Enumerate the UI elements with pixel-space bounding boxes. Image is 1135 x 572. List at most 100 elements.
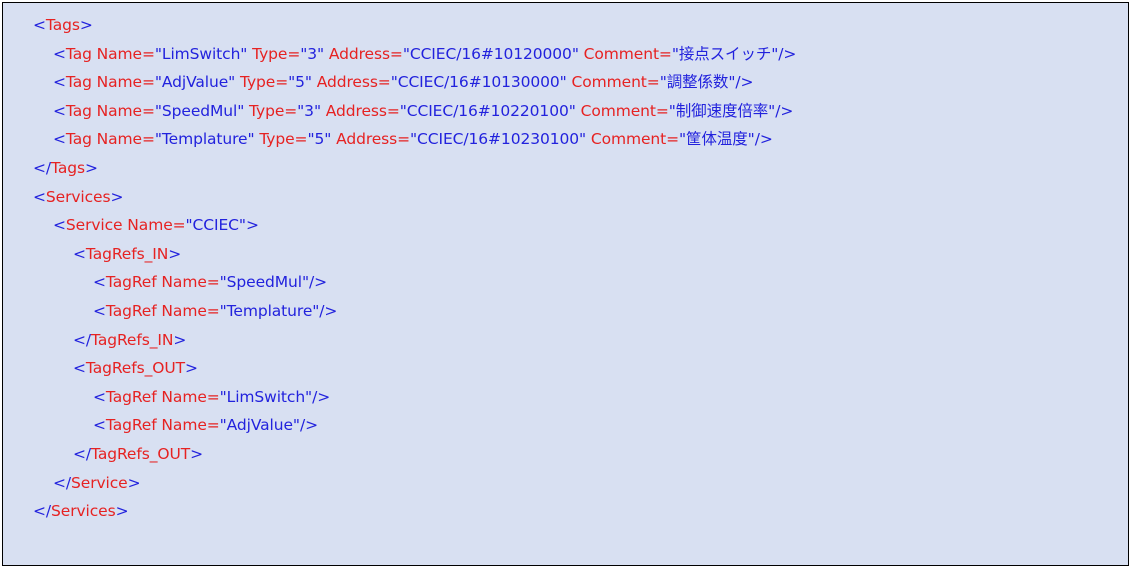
code-token: "CCIEC" bbox=[185, 216, 247, 235]
code-token: Comment= bbox=[566, 73, 660, 92]
code-token: /> bbox=[299, 416, 318, 435]
code-token: Type= bbox=[247, 44, 301, 63]
code-token: < bbox=[93, 273, 106, 292]
code-token: < bbox=[53, 101, 66, 120]
code-token: "CCIEC/16#10220100" bbox=[399, 101, 576, 120]
code-line: <Tag Name="AdjValue" Type="5" Address="C… bbox=[3, 68, 1128, 97]
code-token: Services bbox=[45, 187, 111, 206]
code-token: "5" bbox=[307, 130, 332, 149]
code-token: Address= bbox=[331, 130, 411, 149]
code-line: </Service> bbox=[3, 469, 1128, 498]
code-token: Tag Name= bbox=[65, 44, 155, 63]
code-token: "CCIEC/16#10230100" bbox=[410, 130, 587, 149]
code-token: < bbox=[93, 416, 106, 435]
code-token: Address= bbox=[320, 101, 400, 120]
code-token: /> bbox=[309, 273, 328, 292]
code-line: <TagRef Name="SpeedMul"/> bbox=[3, 268, 1128, 297]
code-token: TagRefs_OUT bbox=[85, 359, 185, 378]
code-token: < bbox=[73, 244, 86, 263]
code-line: </TagRefs_IN> bbox=[3, 326, 1128, 355]
code-token: </ bbox=[73, 444, 92, 463]
code-token: TagRefs_OUT bbox=[91, 444, 191, 463]
code-token: "5" bbox=[288, 73, 312, 92]
code-token: > bbox=[173, 330, 187, 349]
code-token: "Templature" bbox=[154, 130, 255, 149]
code-line: <Service Name="CCIEC"> bbox=[3, 211, 1128, 240]
code-token: </ bbox=[53, 473, 72, 492]
code-token: Address= bbox=[311, 73, 391, 92]
code-token: Tag Name= bbox=[65, 73, 155, 92]
code-token: "LimSwitch" bbox=[154, 44, 248, 63]
code-line: <Services> bbox=[3, 183, 1128, 212]
code-token: </ bbox=[73, 330, 92, 349]
code-token: TagRef Name= bbox=[105, 301, 220, 320]
code-token: > bbox=[190, 444, 203, 463]
code-line: <TagRef Name="AdjValue"/> bbox=[3, 411, 1128, 440]
code-line: <Tag Name="SpeedMul" Type="3" Address="C… bbox=[3, 97, 1128, 126]
code-token: > bbox=[127, 473, 141, 492]
code-token: TagRef Name= bbox=[105, 387, 220, 406]
code-token: Tag Name= bbox=[65, 101, 155, 120]
code-token: Tags bbox=[51, 158, 85, 177]
code-token: /> bbox=[775, 101, 794, 120]
code-line: <Tags> bbox=[3, 11, 1128, 40]
code-token: Tags bbox=[45, 16, 80, 34]
code-line: <Tag Name="LimSwitch" Type="3" Address="… bbox=[3, 40, 1128, 69]
code-token: TagRef Name= bbox=[105, 273, 220, 292]
code-token: "LimSwitch" bbox=[219, 387, 313, 406]
xml-code-panel: <Tags> <Tag Name="LimSwitch" Type="3" Add… bbox=[2, 2, 1129, 566]
code-line: <TagRefs_OUT> bbox=[3, 354, 1128, 383]
code-line-list: <Tags> <Tag Name="LimSwitch" Type="3" Add… bbox=[3, 11, 1128, 526]
code-token: /> bbox=[319, 301, 338, 320]
code-token: TagRef Name= bbox=[105, 416, 220, 435]
code-token: > bbox=[84, 158, 98, 177]
code-token: "Templature" bbox=[219, 301, 320, 320]
code-token: < bbox=[53, 130, 66, 149]
code-token: < bbox=[53, 44, 66, 63]
code-token: "SpeedMul" bbox=[219, 273, 309, 292]
code-token: Comment= bbox=[575, 101, 669, 120]
code-token: > bbox=[79, 16, 93, 34]
code-token: > bbox=[184, 359, 198, 378]
code-token: < bbox=[53, 73, 66, 92]
code-token: "調整係数" bbox=[659, 73, 736, 92]
code-line: <TagRefs_IN> bbox=[3, 240, 1128, 269]
code-token: > bbox=[245, 216, 259, 235]
code-line: <TagRef Name="Templature"/> bbox=[3, 297, 1128, 326]
code-token: "AdjValue" bbox=[154, 73, 236, 92]
code-token: /> bbox=[735, 73, 754, 92]
code-token: > bbox=[110, 187, 124, 206]
code-token: TagRefs_IN bbox=[91, 330, 174, 349]
code-token: "3" bbox=[297, 101, 321, 120]
code-token: Comment= bbox=[578, 44, 672, 63]
code-token: < bbox=[93, 387, 106, 406]
code-token: /> bbox=[754, 130, 773, 149]
code-token: Address= bbox=[324, 44, 403, 63]
code-token: "接点スイッチ" bbox=[671, 44, 779, 63]
code-token: </ bbox=[33, 158, 52, 177]
code-token: < bbox=[33, 16, 46, 34]
code-token: Services bbox=[51, 502, 116, 521]
code-token: < bbox=[73, 359, 86, 378]
code-token: Type= bbox=[244, 101, 298, 120]
code-token: Type= bbox=[254, 130, 308, 149]
code-token: "筐体温度" bbox=[679, 130, 755, 149]
code-token: "3" bbox=[300, 44, 325, 63]
code-token: Service Name= bbox=[65, 216, 186, 235]
code-token: Comment= bbox=[586, 130, 680, 149]
code-line: <Tag Name="Templature" Type="5" Address=… bbox=[3, 125, 1128, 154]
code-token: "CCIEC/16#10130000" bbox=[390, 73, 567, 92]
code-token: TagRefs_IN bbox=[85, 244, 169, 263]
code-token: < bbox=[33, 187, 46, 206]
code-token: Service bbox=[71, 473, 128, 492]
code-token: Type= bbox=[235, 73, 289, 92]
code-token: </ bbox=[33, 502, 52, 521]
code-token: "CCIEC/16#10120000" bbox=[402, 44, 579, 63]
code-token: "SpeedMul" bbox=[154, 101, 245, 120]
code-token: /> bbox=[312, 387, 331, 406]
code-token: "制御速度倍率" bbox=[668, 101, 776, 120]
code-line: </TagRefs_OUT> bbox=[3, 440, 1128, 469]
code-token: > bbox=[168, 244, 182, 263]
code-line: </Services> bbox=[3, 497, 1128, 526]
code-token: < bbox=[53, 216, 66, 235]
